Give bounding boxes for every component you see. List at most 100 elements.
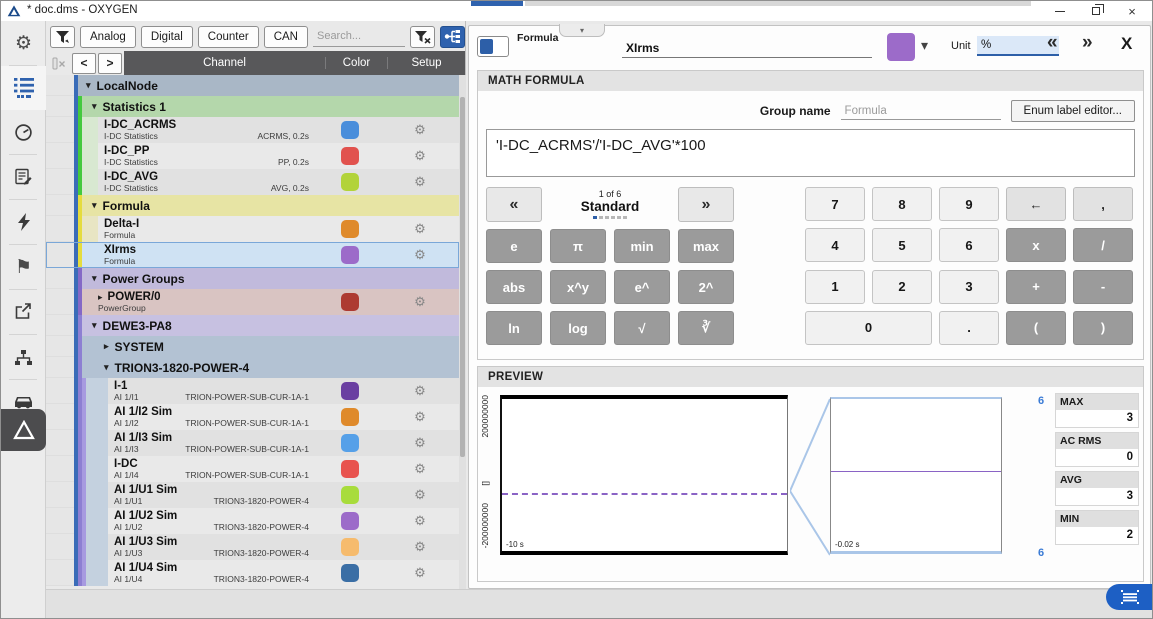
gear-icon[interactable]: ⚙ (414, 148, 426, 164)
tree-group-localnode[interactable]: ▾LocalNode (46, 75, 459, 96)
formula-expression-input[interactable]: 'I-DC_ACRMS'/'I-DC_AVG'*100 (486, 129, 1135, 177)
key-0[interactable]: 0 (805, 311, 932, 345)
channel-color-swatch[interactable] (341, 173, 359, 191)
key-8[interactable]: 8 (872, 187, 932, 221)
nav-item-network[interactable] (1, 335, 46, 379)
collapse-all-button[interactable]: < (72, 53, 96, 74)
tree-group-power-groups[interactable]: ▾Power Groups (46, 268, 459, 289)
key-[interactable]: ) (1073, 311, 1133, 345)
collapse-arrow-icon[interactable]: ▾ (92, 200, 97, 211)
gear-icon[interactable]: ⚙ (414, 122, 426, 138)
channel-color-swatch[interactable] (341, 382, 359, 400)
channel-row-ai-1-u2-sim[interactable]: AI 1/U2 SimAI 1/U2TRION3-1820-POWER-4⚙ (46, 508, 459, 534)
key-4[interactable]: 4 (805, 228, 865, 262)
channel-list-scrollbar[interactable] (459, 75, 466, 589)
nav-item-report[interactable] (1, 155, 46, 199)
collapse-arrow-icon[interactable]: ▾ (86, 80, 91, 91)
nav-item-channel-list[interactable] (1, 66, 46, 110)
collapse-arrow-icon[interactable]: ▾ (92, 101, 97, 112)
color-dropdown-chevron-icon[interactable]: ▾ (921, 37, 928, 54)
fn-key-x-y[interactable]: x^y (550, 270, 606, 304)
restore-button[interactable] (1080, 1, 1112, 21)
key-3[interactable]: 3 (939, 270, 999, 304)
channel-row-i-1[interactable]: I-1AI 1/I1TRION-POWER-SUB-CUR-1A-1⚙ (46, 378, 459, 404)
tree-group-formula[interactable]: ▾Formula (46, 195, 459, 216)
previous-channel-button[interactable]: « (1047, 32, 1058, 54)
fn-key-abs[interactable]: abs (486, 270, 542, 304)
fn-key-ln[interactable]: ln (486, 311, 542, 345)
gear-icon[interactable]: ⚙ (414, 221, 426, 237)
gear-icon[interactable]: ⚙ (414, 247, 426, 263)
channel-active-toggle[interactable] (477, 36, 509, 57)
channel-color-swatch[interactable] (341, 434, 359, 452)
channel-color-swatch[interactable] (341, 147, 359, 165)
key-[interactable]: ← (1006, 187, 1066, 221)
channel-list-overlay-button[interactable] (1106, 584, 1153, 610)
collapse-arrow-icon[interactable]: ▾ (104, 362, 109, 373)
fn-key-min[interactable]: min (614, 229, 670, 263)
column-header-channel[interactable]: Channel (124, 57, 325, 69)
key-1[interactable]: 1 (805, 270, 865, 304)
expand-arrow-icon[interactable]: ▸ (104, 341, 109, 352)
tree-group-dewe3-pa8[interactable]: ▾DEWE3-PA8 (46, 315, 459, 336)
nav-item-export[interactable] (1, 290, 46, 334)
channel-row-xirms[interactable]: XIrmsFormula⚙ (46, 242, 459, 268)
tree-view-toggle-button[interactable] (440, 26, 465, 48)
remove-column-button[interactable] (48, 53, 70, 74)
tree-group-trion3-1820-power-4[interactable]: ▾TRION3-1820-POWER-4 (46, 357, 459, 378)
key-[interactable]: / (1073, 228, 1133, 262)
pad-next-page-button[interactable]: » (678, 187, 734, 222)
channel-row-ai-1-i2-sim[interactable]: AI 1/I2 SimAI 1/I2TRION-POWER-SUB-CUR-1A… (46, 404, 459, 430)
channel-row-power-0[interactable]: ▸POWER/0PowerGroup⚙ (46, 289, 459, 315)
collapse-arrow-icon[interactable]: ▾ (92, 320, 97, 331)
fn-key-[interactable]: π (550, 229, 606, 263)
tree-group-system[interactable]: ▸SYSTEM (46, 336, 459, 357)
scrollbar-thumb[interactable] (460, 97, 465, 457)
fn-key-[interactable]: √ (614, 311, 670, 345)
channel-color-swatch[interactable] (341, 121, 359, 139)
gear-icon[interactable]: ⚙ (414, 383, 426, 399)
key-5[interactable]: 5 (872, 228, 932, 262)
next-channel-button[interactable]: » (1082, 32, 1093, 54)
key-7[interactable]: 7 (805, 187, 865, 221)
gear-icon[interactable]: ⚙ (414, 409, 426, 425)
gear-icon[interactable]: ⚙ (414, 487, 426, 503)
gear-icon[interactable]: ⚙ (414, 461, 426, 477)
nav-item-flag[interactable]: ⚑ (1, 245, 46, 289)
enum-label-editor-button[interactable]: Enum label editor... (1011, 100, 1135, 122)
channel-row-ai-1-u4-sim[interactable]: AI 1/U4 SimAI 1/U4TRION3-1820-POWER-4⚙ (46, 560, 459, 586)
key-[interactable]: , (1073, 187, 1133, 221)
column-header-color[interactable]: Color (325, 57, 387, 69)
gear-icon[interactable]: ⚙ (414, 294, 426, 310)
key-[interactable]: ( (1006, 311, 1066, 345)
group-name-input[interactable] (841, 102, 1001, 120)
gear-icon[interactable]: ⚙ (414, 435, 426, 451)
fn-key-e[interactable]: e^ (614, 270, 670, 304)
channel-color-swatch[interactable] (341, 564, 359, 582)
channel-color-swatch[interactable] (341, 408, 359, 426)
key-6[interactable]: 6 (939, 228, 999, 262)
channel-row-ai-1-i3-sim[interactable]: AI 1/I3 SimAI 1/I3TRION-POWER-SUB-CUR-1A… (46, 430, 459, 456)
key-[interactable]: - (1073, 270, 1133, 304)
gear-icon[interactable]: ⚙ (414, 539, 426, 555)
channel-color-swatch[interactable] (341, 293, 359, 311)
channel-color-picker[interactable] (887, 33, 915, 61)
tree-group-statistics-1[interactable]: ▾Statistics 1 (46, 96, 459, 117)
filter-button-counter[interactable]: Counter (198, 26, 259, 48)
nav-item-dewetron[interactable] (1, 409, 46, 451)
channel-name-input[interactable] (622, 38, 872, 58)
filter-button-analog[interactable]: Analog (80, 26, 136, 48)
collapse-arrow-icon[interactable]: ▾ (92, 273, 97, 284)
filter-button-can[interactable]: CAN (264, 26, 308, 48)
clear-filter-button[interactable] (410, 26, 435, 48)
channel-row-i-dc[interactable]: I-DCAI 1/I4TRION-POWER-SUB-CUR-1A-1⚙ (46, 456, 459, 482)
filter-menu-button[interactable] (50, 26, 75, 48)
channel-row-i-dc-pp[interactable]: I-DC_PPI-DC StatisticsPP, 0.2s⚙ (46, 143, 459, 169)
key-9[interactable]: 9 (939, 187, 999, 221)
channel-color-swatch[interactable] (341, 246, 359, 264)
nav-item-settings[interactable]: ⚙ (1, 21, 46, 65)
channel-color-swatch[interactable] (341, 460, 359, 478)
channel-row-ai-1-u3-sim[interactable]: AI 1/U3 SimAI 1/U3TRION3-1820-POWER-4⚙ (46, 534, 459, 560)
channel-row-ai-1-u1-sim[interactable]: AI 1/U1 SimAI 1/U1TRION3-1820-POWER-4⚙ (46, 482, 459, 508)
key-2[interactable]: 2 (872, 270, 932, 304)
